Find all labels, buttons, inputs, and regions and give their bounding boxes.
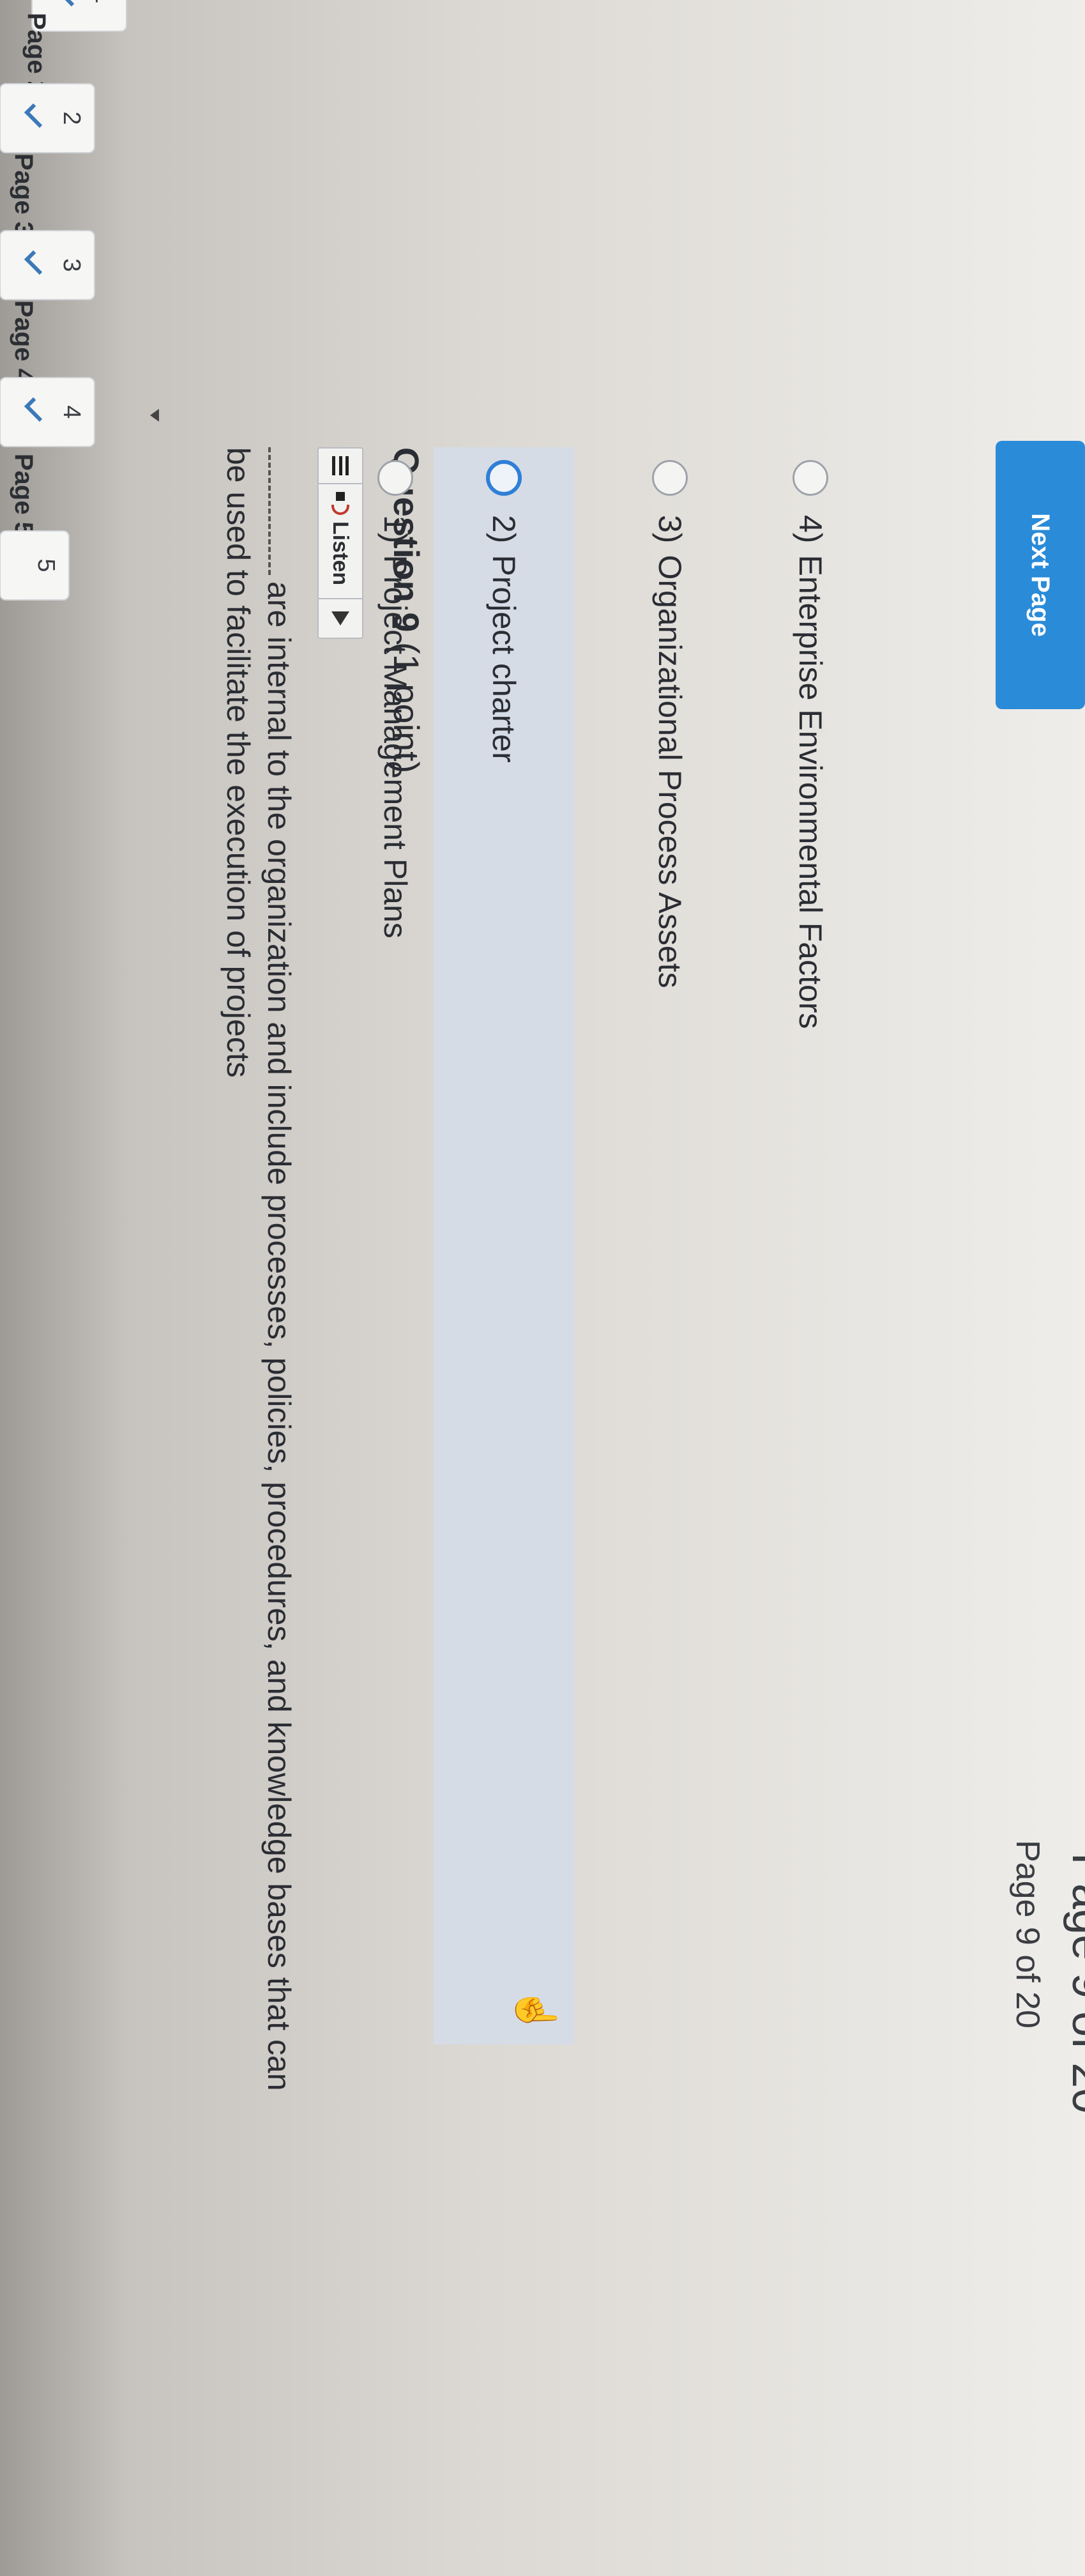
radio-icon[interactable] [377,460,413,496]
option-text: Organizational Process Assets [652,555,688,988]
nav-page-2[interactable]: 2 [0,83,95,153]
nav-page-3-number: 3 [58,258,85,272]
sound-wave-icon [331,505,349,515]
photo-background: Page 9 of 20 1 Page 2: 2 Page 3: 3 Page … [0,0,1085,2576]
question-stem-text: are internal to the organization and inc… [220,447,297,2091]
option-text: Project Management Plans [377,555,413,939]
answer-option-1[interactable]: 1) Project Management Plans [351,447,440,1917]
page-indicator-top: Page 9 of 20 [1063,1853,1085,2114]
checkmark-icon [24,397,49,422]
next-page-button[interactable]: Next Page [996,441,1085,709]
option-number: 2) [486,515,522,544]
answer-option-4[interactable]: 4) Enterprise Environmental Factors [766,447,855,1917]
radio-icon[interactable] [793,460,828,496]
dropdown-arrow-icon [150,409,159,422]
hand-cursor-icon: ☝ [515,1987,558,2035]
quiz-screen: Page 9 of 20 1 Page 2: 2 Page 3: 3 Page … [0,0,1085,2576]
page-indicator: Page 9 of 20 [1009,1840,1046,2028]
nav-page-4-number: 4 [58,405,85,419]
nav-page-1-number: 1 [89,0,117,31]
option-number: 3) [652,515,688,544]
checkmark-icon [56,0,81,7]
checkmark-icon [24,250,49,275]
nav-page-5[interactable]: 5 [0,530,70,601]
checkmark-icon [24,103,49,128]
option-text: Enterprise Environmental Factors [793,555,828,1029]
option-text: Project charter [486,555,522,763]
nav-page-3[interactable]: 3 [0,230,95,300]
nav-page-2-number: 2 [58,111,85,125]
listen-label: Listen [328,521,353,586]
nav-page-4[interactable]: 4 [0,377,95,447]
answer-option-2[interactable]: 2) Project charter ☝ [434,447,574,2044]
option-number: 4) [793,515,828,544]
speaker-icon [336,492,345,501]
answer-option-3[interactable]: 3) Organizational Process Assets [625,447,715,1917]
radio-icon[interactable] [652,460,688,496]
answer-blank [268,447,271,575]
nav-page-5-number: 5 [33,558,59,572]
radio-icon[interactable] [486,460,522,496]
question-stem: are internal to the organization and inc… [218,447,300,2108]
option-number: 1) [377,515,413,544]
